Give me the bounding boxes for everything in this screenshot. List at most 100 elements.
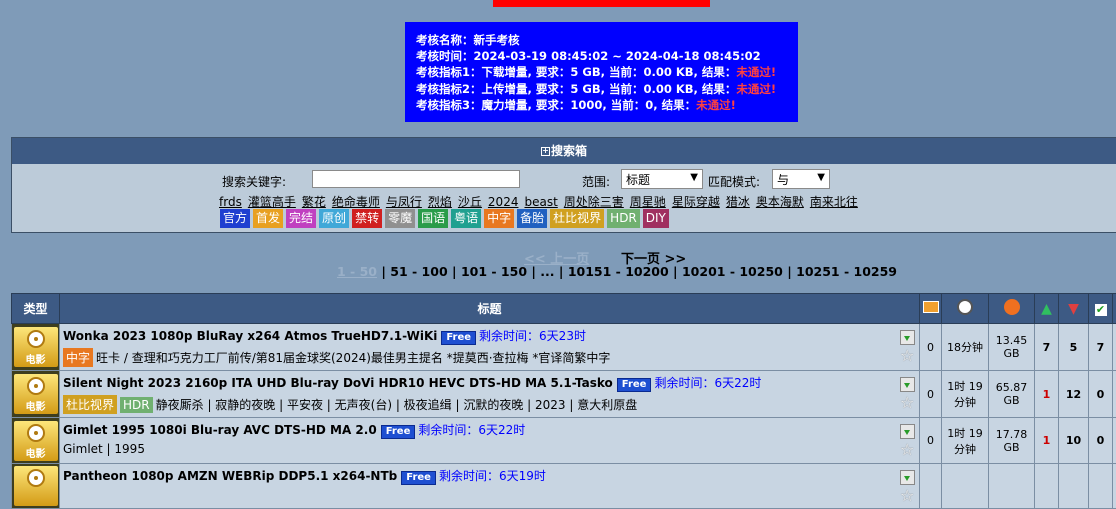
extra-cell xyxy=(1113,371,1116,418)
category-cell[interactable] xyxy=(12,464,60,509)
page-link[interactable]: 101 - 150 xyxy=(461,264,527,279)
remaining-time: 剩余时间：6天23时 xyxy=(479,329,586,343)
tag-filter-2[interactable]: 完结 xyxy=(286,209,316,228)
category-cell[interactable]: 电影 xyxy=(12,371,60,418)
torrent-title-link[interactable]: Wonka 2023 1080p BluRay x264 Atmos TrueH… xyxy=(63,329,437,343)
match-select[interactable]: 与▼ xyxy=(772,169,830,189)
col-type[interactable]: 类型 xyxy=(12,294,60,324)
search-box-header[interactable]: +搜索箱 xyxy=(12,138,1116,164)
bookmark-star-icon[interactable]: ☆ xyxy=(900,395,916,411)
category-icon[interactable] xyxy=(14,466,58,506)
torrent-size: 17.78 GB xyxy=(989,418,1035,464)
col-leechers[interactable]: ▼ xyxy=(1059,294,1089,324)
page-link[interactable]: 10251 - 10259 xyxy=(796,264,897,279)
download-icon[interactable] xyxy=(900,470,915,485)
tag-filter-0[interactable]: 官方 xyxy=(220,209,250,228)
torrent-size xyxy=(989,464,1035,509)
hot-keyword-link[interactable]: 周处除三害 xyxy=(564,195,624,209)
col-title[interactable]: 标题 xyxy=(60,294,920,324)
comments-count[interactable]: 0 xyxy=(920,371,942,418)
tag-filter-10[interactable]: 杜比视界 xyxy=(550,209,604,228)
bookmark-star-icon[interactable]: ☆ xyxy=(900,488,916,504)
tag-filter-5[interactable]: 零魔 xyxy=(385,209,415,228)
extra-cell xyxy=(1113,324,1116,371)
torrent-title-link[interactable]: Silent Night 2023 2160p ITA UHD Blu-ray … xyxy=(63,376,613,390)
top-banner-bar xyxy=(493,0,710,7)
col-completed[interactable]: ✔ xyxy=(1089,294,1113,324)
hot-keyword-link[interactable]: 南来北往 xyxy=(810,195,858,209)
scope-label: 范围: xyxy=(582,173,610,190)
leechers-count[interactable]: 10 xyxy=(1059,418,1089,464)
title-cell: Pantheon 1080p AMZN WEBRip DDP5.1 x264-N… xyxy=(60,464,920,509)
col-time[interactable] xyxy=(942,294,989,324)
category-icon[interactable]: 电影 xyxy=(14,327,58,367)
hot-keyword-link[interactable]: beast xyxy=(524,195,557,209)
col-size[interactable] xyxy=(989,294,1035,324)
seeders-count[interactable]: 1 xyxy=(1035,371,1059,418)
keyword-input[interactable] xyxy=(312,170,520,188)
torrent-title-link[interactable]: Pantheon 1080p AMZN WEBRip DDP5.1 x264-N… xyxy=(63,469,397,483)
leechers-count[interactable] xyxy=(1059,464,1089,509)
tag-filter-1[interactable]: 首发 xyxy=(253,209,283,228)
category-cell[interactable]: 电影 xyxy=(12,418,60,464)
page-link[interactable]: 51 - 100 xyxy=(390,264,447,279)
exam-line: 考核指标2：上传增量, 要求：5 GB, 当前：0.00 KB, 结果：未通过! xyxy=(416,81,798,97)
leechers-count[interactable]: 12 xyxy=(1059,371,1089,418)
hot-keyword-link[interactable]: 烈焰 xyxy=(428,195,452,209)
free-badge: Free xyxy=(401,471,436,485)
hot-keyword-link[interactable]: 繁花 xyxy=(302,195,326,209)
tag-filter-8[interactable]: 中字 xyxy=(484,209,514,228)
page-link[interactable]: 10201 - 10250 xyxy=(682,264,783,279)
hot-keyword-link[interactable]: 猎冰 xyxy=(726,195,750,209)
tag-filter-4[interactable]: 禁转 xyxy=(352,209,382,228)
scope-select[interactable]: 标题▼ xyxy=(621,169,703,189)
comments-count[interactable] xyxy=(920,464,942,509)
download-icon[interactable] xyxy=(900,377,915,392)
hot-keyword-link[interactable]: 周星驰 xyxy=(630,195,666,209)
hot-keyword-link[interactable]: 奥本海默 xyxy=(756,195,804,209)
added-time: 18分钟 xyxy=(942,324,989,371)
completed-count[interactable] xyxy=(1089,464,1113,509)
download-icon[interactable] xyxy=(900,424,915,439)
page-link[interactable]: 10151 - 10200 xyxy=(568,264,669,279)
chevron-down-icon: ▼ xyxy=(817,172,825,183)
leechers-count[interactable]: 5 xyxy=(1059,324,1089,371)
seeders-count[interactable]: 7 xyxy=(1035,324,1059,371)
hot-keyword-link[interactable]: 2024 xyxy=(488,195,519,209)
seeders-count[interactable] xyxy=(1035,464,1059,509)
category-icon[interactable]: 电影 xyxy=(14,374,58,414)
bookmark-star-icon[interactable]: ☆ xyxy=(900,348,916,364)
expand-icon[interactable]: + xyxy=(541,147,550,156)
hot-keyword-link[interactable]: 灌篮高手 xyxy=(248,195,296,209)
col-seeders[interactable]: ▲ xyxy=(1035,294,1059,324)
tag-filter-9[interactable]: 备胎 xyxy=(517,209,547,228)
col-comments[interactable] xyxy=(920,294,942,324)
tag-filter-7[interactable]: 粤语 xyxy=(451,209,481,228)
torrent-subtitle: 旺卡 / 查理和巧克力工厂前传/第81届金球奖(2024)最佳男主提名 *提莫西… xyxy=(96,351,610,365)
hot-keyword-link[interactable]: 星际穿越 xyxy=(672,195,720,209)
download-icon[interactable] xyxy=(900,330,915,345)
extra-cell xyxy=(1113,418,1116,464)
tag-filter-11[interactable]: HDR xyxy=(607,209,640,228)
arrow-up-icon: ▲ xyxy=(1041,301,1052,317)
comments-count[interactable]: 0 xyxy=(920,418,942,464)
current-page: 1 - 50 xyxy=(337,264,377,279)
seeders-count[interactable]: 1 xyxy=(1035,418,1059,464)
bookmark-star-icon[interactable]: ☆ xyxy=(900,442,916,458)
tag-filter-6[interactable]: 国语 xyxy=(418,209,448,228)
comments-count[interactable]: 0 xyxy=(920,324,942,371)
torrent-title-link[interactable]: Gimlet 1995 1080i Blu-ray AVC DTS-HD MA … xyxy=(63,423,377,437)
hot-keyword-link[interactable]: 沙丘 xyxy=(458,195,482,209)
completed-count[interactable]: 7 xyxy=(1089,324,1113,371)
completed-count[interactable]: 0 xyxy=(1089,371,1113,418)
category-icon[interactable]: 电影 xyxy=(14,421,58,461)
hot-keyword-link[interactable]: frds xyxy=(219,195,242,209)
hot-keyword-link[interactable]: 绝命毒师 xyxy=(332,195,380,209)
page-link[interactable]: ... xyxy=(540,264,554,279)
completed-count[interactable]: 0 xyxy=(1089,418,1113,464)
tag-filter-3[interactable]: 原创 xyxy=(319,209,349,228)
tag-filter-12[interactable]: DIY xyxy=(643,209,669,228)
category-cell[interactable]: 电影 xyxy=(12,324,60,371)
hot-keyword-link[interactable]: 与凤行 xyxy=(386,195,422,209)
col-extra[interactable] xyxy=(1113,294,1116,324)
